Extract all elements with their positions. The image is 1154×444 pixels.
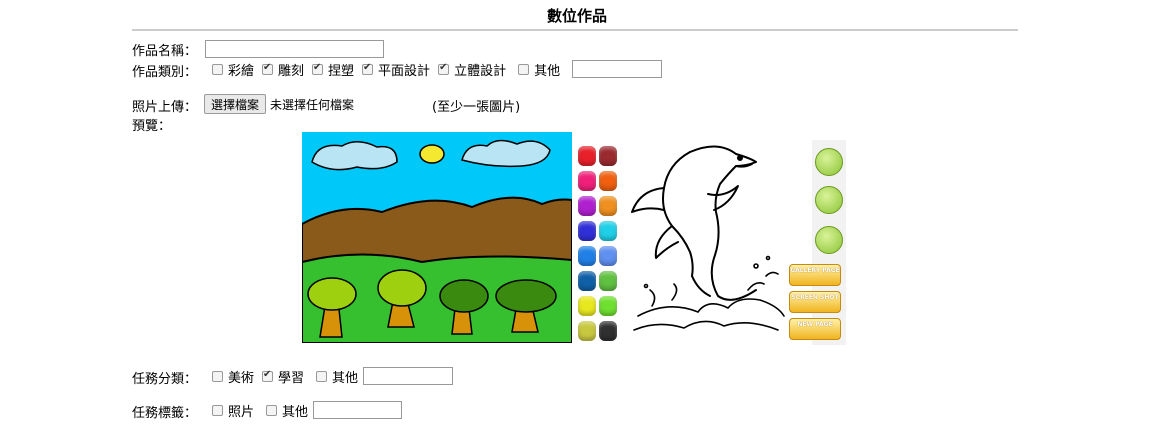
palette-swatch-3[interactable] <box>599 171 617 191</box>
category-label-2: 捏塑 <box>328 63 355 79</box>
task-category-checkbox-1[interactable] <box>262 369 274 382</box>
task-category-label: 任務分類： <box>132 372 198 387</box>
task-tag-checkbox-0[interactable] <box>212 404 223 416</box>
name-input[interactable] <box>205 40 384 58</box>
page-title: 數位作品 <box>546 7 607 25</box>
palette-swatch-13[interactable] <box>599 296 617 316</box>
paintbrush-icon[interactable] <box>815 148 843 176</box>
palette-swatch-1[interactable] <box>599 146 617 166</box>
task-tag-label: 任務標籤： <box>132 406 198 421</box>
category-label-4: 立體設計 <box>454 63 507 79</box>
palette-swatch-2[interactable] <box>578 171 596 191</box>
preview-label: 預覽： <box>132 119 172 134</box>
new-page-button[interactable]: NEW PAGE <box>789 318 841 340</box>
palette-swatch-10[interactable] <box>578 271 596 291</box>
palette-swatch-12[interactable] <box>578 296 596 316</box>
task-tag-label-0: 照片 <box>228 404 255 420</box>
palette-swatch-6[interactable] <box>578 221 596 241</box>
palette-swatch-8[interactable] <box>578 246 596 266</box>
category-label-1: 雕刻 <box>278 63 305 79</box>
eraser-icon[interactable] <box>815 226 843 254</box>
category-label-5: 其他 <box>534 63 561 79</box>
category-checkbox-group: 彩繪 雕刻 捏塑 平面設計 立體設計 其他 <box>204 59 560 79</box>
color-palette <box>578 146 618 344</box>
upload-label: 照片上傳： <box>132 100 198 115</box>
category-checkbox-4[interactable] <box>438 62 450 75</box>
gallery-page-button[interactable]: GALLERY PAGE <box>789 264 841 286</box>
task-category-other-input[interactable] <box>363 367 453 385</box>
palette-swatch-11[interactable] <box>599 271 617 291</box>
preview-scene-image <box>302 132 572 343</box>
dolphin-coloring-image <box>631 145 785 331</box>
palette-swatch-9[interactable] <box>599 246 617 266</box>
task-tag-other-input[interactable] <box>313 401 402 419</box>
palette-swatch-14[interactable] <box>578 321 596 341</box>
category-checkbox-5[interactable] <box>518 63 530 75</box>
category-other-input[interactable] <box>572 60 662 78</box>
task-tag-label-1: 其他 <box>282 404 309 420</box>
choose-file-button[interactable]: 選擇檔案 <box>204 94 267 114</box>
palette-swatch-5[interactable] <box>599 196 617 216</box>
category-label-0: 彩繪 <box>228 63 255 79</box>
task-category-checkbox-2[interactable] <box>316 370 328 382</box>
trash-icon[interactable] <box>815 186 843 214</box>
category-label: 作品類別： <box>132 65 198 80</box>
upload-status: 未選擇任何檔案 <box>270 98 355 112</box>
category-checkbox-3[interactable] <box>362 62 374 75</box>
task-category-checkbox-0[interactable] <box>212 370 223 382</box>
palette-swatch-0[interactable] <box>578 146 596 166</box>
divider <box>132 29 1018 31</box>
category-checkbox-2[interactable] <box>312 62 324 75</box>
task-category-group: 美術 學習 其他 <box>204 366 358 386</box>
category-checkbox-1[interactable] <box>262 62 274 75</box>
palette-swatch-4[interactable] <box>578 196 596 216</box>
task-tag-group: 照片 其他 <box>204 400 308 420</box>
screen-shot-button[interactable]: SCREEN SHOT <box>789 291 841 313</box>
task-category-label-1: 學習 <box>278 370 305 386</box>
upload-hint: (至少一張圖片) <box>432 100 521 115</box>
task-category-label-2: 其他 <box>332 370 359 386</box>
task-tag-checkbox-1[interactable] <box>266 404 278 416</box>
category-checkbox-0[interactable] <box>212 63 223 75</box>
palette-swatch-7[interactable] <box>599 221 617 241</box>
task-category-label-0: 美術 <box>228 370 255 386</box>
category-label-3: 平面設計 <box>378 63 431 79</box>
name-label: 作品名稱： <box>132 44 198 59</box>
palette-swatch-15[interactable] <box>599 321 617 341</box>
